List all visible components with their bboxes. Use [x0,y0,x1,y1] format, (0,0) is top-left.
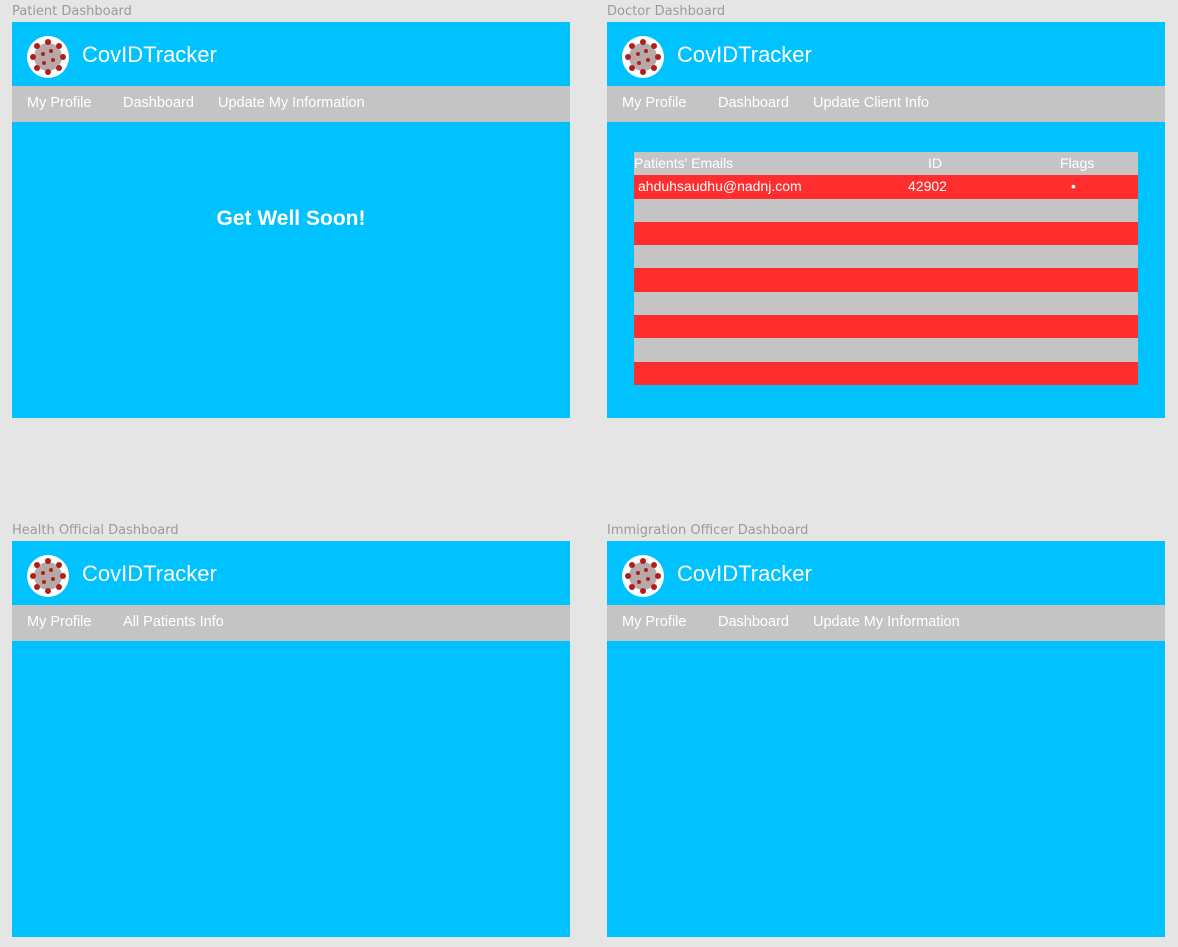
app-header: CovIDTracker [12,22,570,86]
table-header-row: Patients' Emails ID Flags [634,152,1138,176]
frame-label-immigration-officer: Immigration Officer Dashboard [607,523,809,538]
get-well-message: Get Well Soon! [216,207,366,230]
column-header-email: Patients' Emails [634,155,734,171]
virus-logo-icon [27,36,69,78]
nav-my-profile[interactable]: My Profile [27,613,91,631]
nav-my-profile[interactable]: My Profile [622,94,686,112]
app-header: CovIDTracker [607,22,1165,86]
patient-dashboard-frame: CovIDTracker My Profile Dashboard Update… [12,22,570,418]
doctor-dashboard-frame: CovIDTracker My Profile Dashboard Update… [607,22,1165,418]
patient-id: 42902 [908,178,947,195]
app-header: CovIDTracker [12,541,570,605]
nav-bar: My Profile Dashboard Update My Informati… [12,86,570,122]
virus-logo-icon [27,555,69,597]
table-row[interactable]: ahduhsaudhu@nadnj.com 42902 • [634,175,1138,199]
patient-flag-dot: • [1071,178,1076,195]
nav-update-my-information[interactable]: Update My Information [813,613,960,631]
nav-bar: My Profile Dashboard Update My Informati… [607,605,1165,641]
app-title: CovIDTracker [677,561,812,586]
nav-my-profile[interactable]: My Profile [622,613,686,631]
nav-update-my-information[interactable]: Update My Information [218,94,365,112]
table-row [634,361,1138,385]
frame-label-doctor: Doctor Dashboard [607,4,726,19]
virus-logo-icon [622,36,664,78]
app-title: CovIDTracker [677,42,812,67]
app-title: CovIDTracker [82,561,217,586]
patient-email: ahduhsaudhu@nadnj.com [638,178,802,195]
virus-logo-icon [622,555,664,597]
table-row [634,221,1138,246]
frame-label-health-official: Health Official Dashboard [12,523,179,538]
nav-all-patients-info[interactable]: All Patients Info [123,613,224,631]
column-header-flags: Flags [1060,155,1095,171]
table-row [634,268,1138,292]
table-row [634,291,1138,316]
nav-bar: My Profile Dashboard Update Client Info [607,86,1165,122]
app-header: CovIDTracker [607,541,1165,605]
immigration-officer-dashboard-frame: CovIDTracker My Profile Dashboard Update… [607,541,1165,937]
table-row [634,315,1138,339]
nav-dashboard[interactable]: Dashboard [718,613,789,631]
patients-table: Patients' Emails ID Flags ahduhsaudhu@na… [634,152,1138,385]
column-header-id: ID [928,155,942,171]
table-row [634,338,1138,362]
health-official-dashboard-frame: CovIDTracker My Profile All Patients Inf… [12,541,570,937]
table-row [634,198,1138,222]
frame-label-patient: Patient Dashboard [12,4,132,19]
nav-dashboard[interactable]: Dashboard [123,94,194,112]
app-title: CovIDTracker [82,42,217,67]
table-row [634,245,1138,269]
nav-dashboard[interactable]: Dashboard [718,94,789,112]
nav-my-profile[interactable]: My Profile [27,94,91,112]
nav-bar: My Profile All Patients Info [12,605,570,641]
nav-update-client-info[interactable]: Update Client Info [813,94,929,112]
